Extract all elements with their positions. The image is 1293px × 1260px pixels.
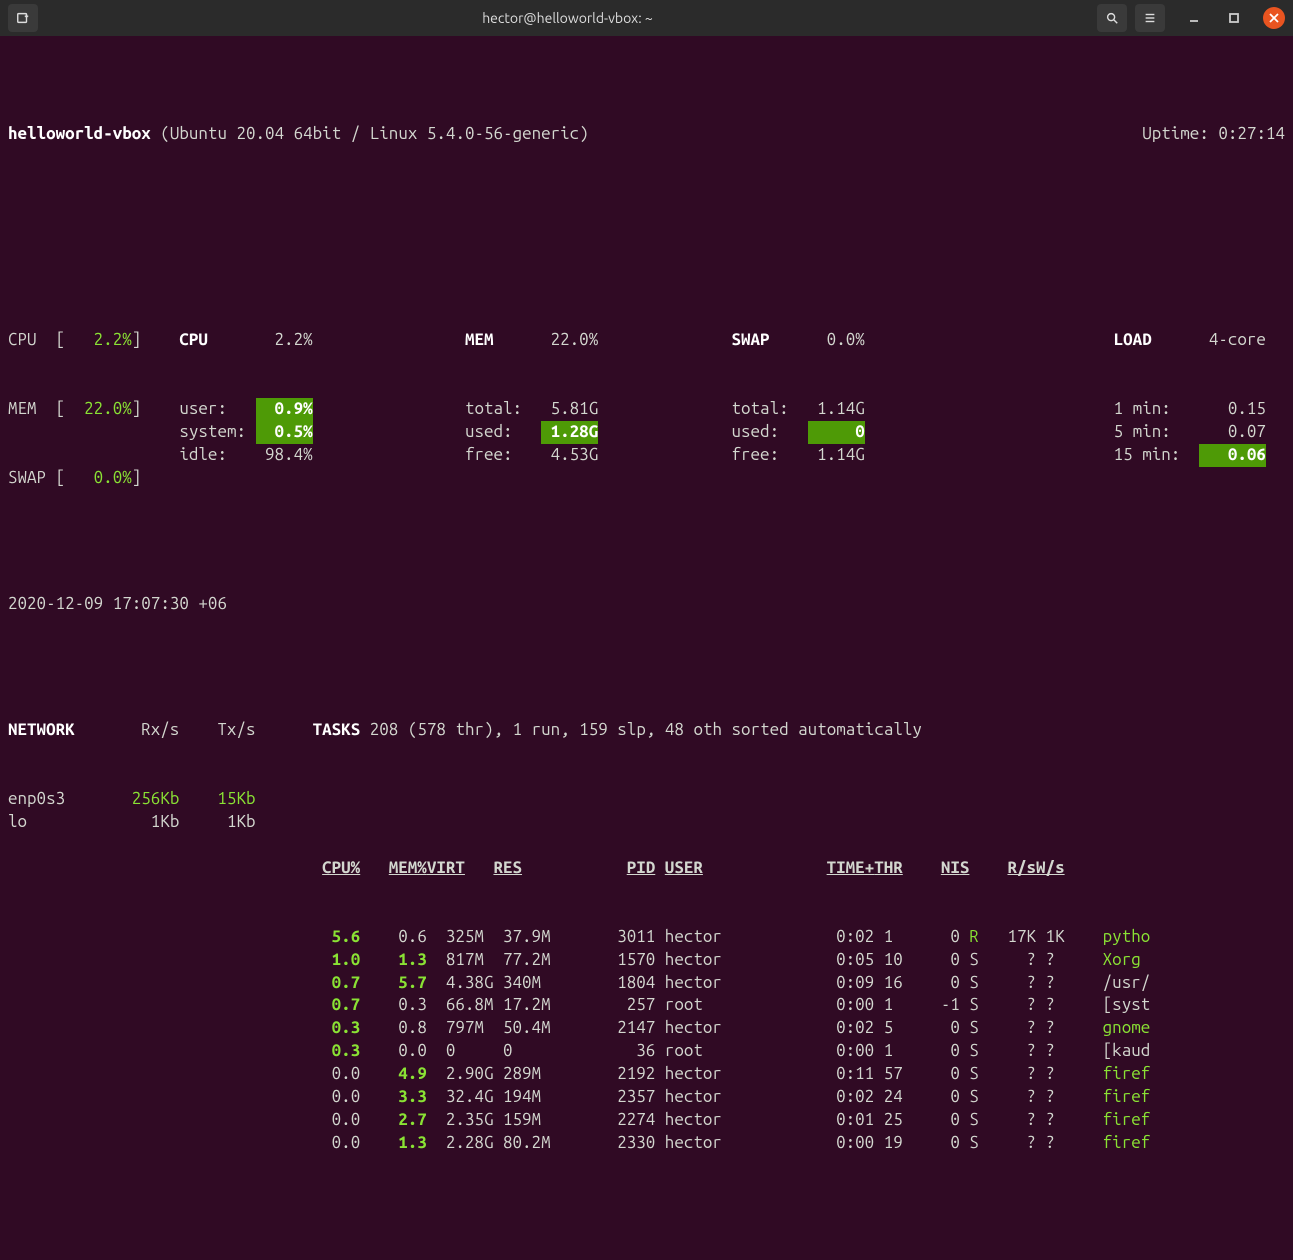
process-row[interactable]: 0.03.332.4G194M2357hector0:02240S??firef [313, 1086, 1285, 1109]
stat-row: 5 min:0.07 [1114, 421, 1285, 444]
hostname: helloworld-vbox [8, 123, 151, 146]
network-block: NETWORKRx/sTx/s enp0s3256Kb15Kblo1Kb1Kb [8, 673, 294, 1201]
uptime-value: 0:27:14 [1218, 123, 1285, 146]
network-interface-row: enp0s3256Kb15Kb [8, 788, 294, 811]
window-minimize-button[interactable] [1183, 7, 1205, 29]
bars-block: CPU[2.2%] MEM[22.0%] SWAP[0.0%] [8, 283, 179, 535]
uptime-label: Uptime: [1142, 123, 1209, 146]
stat-row: idle:98.4% [179, 444, 350, 467]
stat-row: 15 min:0.06 [1114, 444, 1285, 467]
footer-datetime: 2020-12-09 17:07:30 +06 [8, 593, 227, 616]
summary-row: CPU[2.2%] MEM[22.0%] SWAP[0.0%] CPU2.2% … [8, 283, 1285, 535]
tasks-summary: 208 (578 thr), 1 run, 159 slp, 48 oth so… [370, 720, 922, 739]
net-tasks-row: NETWORKRx/sTx/s enp0s3256Kb15Kblo1Kb1Kb … [8, 673, 1285, 1201]
new-tab-button[interactable] [8, 4, 38, 32]
process-row[interactable]: 0.01.32.28G80.2M2330hector0:00190S??fire… [313, 1132, 1285, 1155]
tasks-block: TASKS 208 (578 thr), 1 run, 159 slp, 48 … [313, 673, 1285, 1201]
stat-row: total:1.14G [732, 398, 903, 421]
process-row[interactable]: 5.60.6325M37.9M3011hector0:0210R17K1Kpyt… [313, 926, 1285, 949]
load-block: LOAD4-core 1 min:0.155 min:0.0715 min:0.… [1114, 283, 1285, 535]
network-interface-row: lo1Kb1Kb [8, 811, 294, 834]
process-row[interactable]: 0.04.92.90G289M2192hector0:11570S??firef [313, 1063, 1285, 1086]
window-titlebar: hector@helloworld-vbox: ~ [0, 0, 1293, 36]
stat-row: 1 min:0.15 [1114, 398, 1285, 421]
stat-row: user:0.9% [179, 398, 350, 421]
tasks-body: 5.60.6325M37.9M3011hector0:0210R17K1Kpyt… [313, 926, 1285, 1155]
swap-block: SWAP0.0% total:1.14Gused:0free:1.14G [732, 283, 903, 535]
stat-row: system:0.5% [179, 421, 350, 444]
window-title: hector@helloworld-vbox: ~ [38, 9, 1097, 28]
header-row: helloworld-vbox (Ubuntu 20.04 64bit / Li… [8, 123, 1285, 146]
process-row[interactable]: 0.70.366.8M17.2M257root0:001-1S??[syst [313, 994, 1285, 1017]
stat-row: free:4.53G [465, 444, 636, 467]
process-row[interactable]: 0.30.8797M50.4M2147hector0:0250S??gnome [313, 1017, 1285, 1040]
stat-row: used:0 [732, 421, 903, 444]
search-button[interactable] [1097, 4, 1127, 32]
stat-row: free:1.14G [732, 444, 903, 467]
process-row[interactable]: 0.30.00036root0:0010S??[kaud [313, 1040, 1285, 1063]
process-row[interactable]: 0.75.74.38G340M1804hector0:09160S??/usr/ [313, 972, 1285, 995]
window-close-button[interactable] [1263, 7, 1285, 29]
stat-row: used:1.28G [465, 421, 636, 444]
cpu-block: CPU2.2% user:0.9%system:0.5%idle:98.4% [179, 283, 350, 535]
process-row[interactable]: 0.02.72.35G159M2274hector0:01250S??firef [313, 1109, 1285, 1132]
menu-button[interactable] [1135, 4, 1165, 32]
stat-row: total:5.81G [465, 398, 636, 421]
tasks-header: CPU%MEM%VIRTRESPIDUSERTIME+THRNISR/sW/s [313, 857, 1285, 880]
terminal-area[interactable]: helloworld-vbox (Ubuntu 20.04 64bit / Li… [0, 36, 1293, 1260]
window-maximize-button[interactable] [1223, 7, 1245, 29]
mem-block: MEM22.0% total:5.81Gused:1.28Gfree:4.53G [465, 283, 636, 535]
process-row[interactable]: 1.01.3817M77.2M1570hector0:05100S??Xorg [313, 949, 1285, 972]
sysinfo: (Ubuntu 20.04 64bit / Linux 5.4.0-56-gen… [160, 123, 588, 146]
